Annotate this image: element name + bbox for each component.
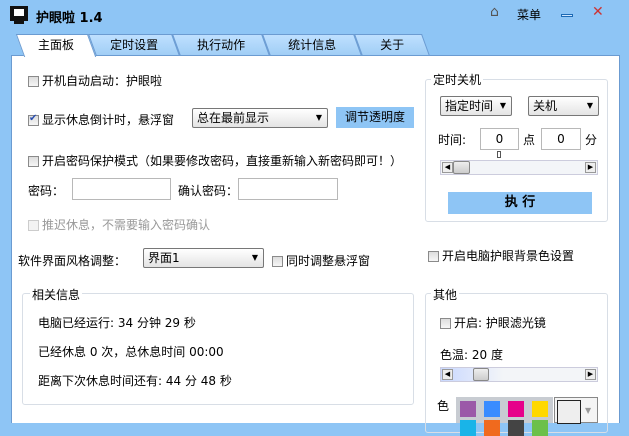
color-palette [456,397,553,436]
select-value: 指定时间 [445,99,494,113]
adjust-opacity-button[interactable]: 调节透明度 [336,107,414,128]
caret-marker [497,151,501,158]
color-temp-label: 色温: 20 度 [440,348,503,362]
time-scrollbar[interactable]: ◀ ▶ [440,160,598,175]
swatch-orange[interactable] [484,420,500,436]
chevron-down-icon: ▼ [585,406,592,415]
checkbox[interactable] [28,76,39,87]
swatch-yellow[interactable] [532,401,548,417]
password-mode-checkbox[interactable]: 开启密码保护模式（如果要修改密码，直接重新输入新密码即可！） [28,152,402,169]
home-icon[interactable]: ⌂ [490,4,499,20]
label: 显示休息倒计时，悬浮窗 [42,113,175,127]
hour-unit: 点 [523,133,536,147]
tab-label: 执行动作 [197,38,246,52]
monitor-stand-icon [14,21,24,24]
filter-checkbox[interactable]: 开启: 护眼滤光镜 [440,314,546,331]
chevron-down-icon: ▼ [499,101,506,110]
checkbox[interactable] [28,156,39,167]
tab-label: 关于 [380,38,405,52]
swatch-purple[interactable] [460,401,476,417]
label: 开机自动启动：护眼啦 [42,74,163,88]
custom-color-select[interactable]: ▼ [554,397,598,424]
tab-stats[interactable]: 统计信息 [261,34,363,56]
tab-timer[interactable]: 定时设置 [87,34,181,56]
tab-label: 统计信息 [288,38,337,52]
checkbox[interactable] [28,113,39,126]
swatch-magenta[interactable] [508,401,524,417]
color-label: 色 [437,399,450,413]
float-mode-select[interactable]: 总在最前显示 ▼ [192,108,328,128]
countdown-checkbox[interactable]: 显示休息倒计时，悬浮窗 [28,111,174,128]
tab-about[interactable]: 关于 [353,34,431,56]
label: 开启: 护眼滤光镜 [454,316,546,330]
minute-unit: 分 [585,133,598,147]
tab-main[interactable]: 主面板 [15,34,97,57]
label: 开启密码保护模式（如果要修改密码，直接重新输入新密码即可！） [42,154,403,168]
close-icon[interactable]: ✕ [592,4,604,20]
window-title: 护眼啦 1.4 [36,11,103,26]
confirm-password-input[interactable] [238,178,338,200]
autostart-checkbox[interactable]: 开机自动启动：护眼啦 [28,72,162,89]
slider-thumb[interactable] [473,368,489,381]
checkbox[interactable] [428,251,439,262]
select-value: 关机 [533,99,558,113]
select-value: 界面1 [148,251,180,265]
menu-button[interactable]: 菜单 [517,6,541,23]
tab-label: 主面板 [37,38,74,52]
password-input[interactable] [72,178,171,200]
scroll-left-icon[interactable]: ◀ [442,162,453,173]
next-rest-text: 距离下次休息时间还有: 44 分 48 秒 [38,374,232,388]
chevron-down-icon: ▼ [315,113,322,122]
color-temp-slider[interactable]: ◀ ▶ [440,367,598,382]
label: 开启电脑护眼背景色设置 [442,249,575,263]
label: 同时调整悬浮窗 [286,254,371,268]
checkbox[interactable] [28,220,39,231]
checkbox[interactable] [440,318,451,329]
tab-actions[interactable]: 执行动作 [171,34,271,56]
scroll-left-icon[interactable]: ◀ [442,369,453,380]
time-label: 时间: [438,133,467,147]
confirm-password-label: 确认密码： [178,184,239,198]
sync-float-checkbox[interactable]: 同时调整悬浮窗 [272,252,370,269]
swatch-blue[interactable] [484,401,500,417]
select-value: 总在最前显示 [197,111,270,125]
title-bar: 护眼啦 1.4 ⌂ 菜单 ✕ [0,0,629,30]
checkbox[interactable] [272,256,283,267]
swatch-cyan[interactable] [460,420,476,436]
password-label: 密码： [28,184,65,198]
tab-label: 定时设置 [110,38,159,52]
postpone-checkbox[interactable]: 推迟休息，不需要输入密码确认 [28,216,210,233]
shutdown-mode-select[interactable]: 指定时间 ▼ [440,96,512,116]
shutdown-action-select[interactable]: 关机 ▼ [528,96,599,116]
execute-button[interactable]: 执 行 [448,192,592,214]
style-select[interactable]: 界面1 ▼ [143,248,264,268]
current-color-preview [557,400,581,424]
style-label: 软件界面风格调整： [18,254,127,268]
uptime-text: 电脑已经运行: 34 分钟 29 秒 [38,316,196,330]
label: 推迟休息，不需要输入密码确认 [42,218,211,232]
rest-text: 已经休息 0 次，总休息时间 00:00 [38,345,224,359]
shutdown-title: 定时关机 [431,71,484,88]
monitor-icon [10,6,28,21]
bg-color-checkbox[interactable]: 开启电脑护眼背景色设置 [428,247,574,264]
chevron-down-icon: ▼ [586,101,593,110]
hour-input[interactable]: 0 [480,128,519,150]
scroll-right-icon[interactable]: ▶ [585,369,596,380]
other-title: 其他 [431,286,460,303]
info-title: 相关信息 [30,286,83,303]
chevron-down-icon: ▼ [251,253,258,262]
scroll-thumb[interactable] [453,161,470,174]
scroll-right-icon[interactable]: ▶ [585,162,596,173]
swatch-green[interactable] [532,420,548,436]
minute-input[interactable]: 0 [541,128,581,150]
swatch-dark[interactable] [508,420,524,436]
minimize-icon[interactable] [561,14,573,17]
